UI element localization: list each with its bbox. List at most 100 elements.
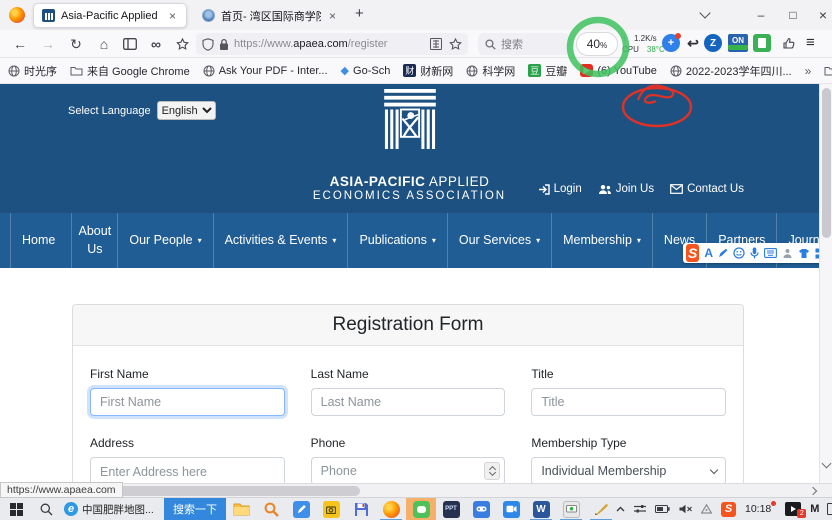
taskbar-save-app[interactable] [346,498,376,520]
hidden-icons-chevron[interactable] [616,506,625,512]
close-window-button[interactable]: × [806,0,832,30]
taskbar-firefox[interactable] [376,498,406,520]
number-spinner[interactable] [484,462,500,480]
bookmark-item[interactable]: 财 财新网 [403,63,453,79]
horizontal-scrollbar[interactable] [0,483,832,497]
last-name-input[interactable] [311,388,506,416]
contact-us-link[interactable]: Contact Us [670,183,744,195]
minimize-button[interactable]: – [744,0,778,30]
membership-type-select[interactable]: Individual Membership [531,457,726,483]
sogou-logo-icon[interactable]: S [686,244,699,262]
nav-membership[interactable]: Membership▾ [552,213,653,268]
ime-person-icon[interactable] [782,248,793,259]
bookmark-item[interactable]: 时光序 [8,63,57,79]
bookmark-item[interactable]: 2022-2023学年四川... [670,63,792,79]
vertical-scrollbar[interactable] [819,84,832,483]
nav-publications[interactable]: Publications▾ [348,213,447,268]
start-button[interactable] [0,498,32,520]
ime-more-grid-icon[interactable] [815,248,819,259]
new-tab-button[interactable]: + [355,5,364,22]
url-text[interactable]: https://www.apaea.com/register [234,38,387,50]
taskbar-search-icon[interactable] [32,498,60,520]
settings-sliders-icon[interactable] [634,504,646,514]
translate-extension-icon[interactable] [430,38,442,50]
media-player-tray-icon[interactable]: 2 [785,502,801,516]
sidebar-button[interactable] [120,34,140,54]
share-extension-icon[interactable] [779,34,797,52]
nav-our-people[interactable]: Our People▾ [118,213,213,268]
phone-input[interactable] [311,457,506,483]
z-library-extension-icon[interactable]: Z [704,34,722,52]
forward-button[interactable]: → [38,34,58,54]
taskbar-game-app[interactable] [466,498,496,520]
bookmark-star-icon[interactable] [449,38,462,51]
proxy-on-extension-icon[interactable]: ON [728,34,748,52]
vertical-scrollbar-thumb[interactable] [822,88,831,238]
title-input[interactable] [531,388,726,416]
back-button[interactable]: ← [10,34,30,54]
bookmark-folder[interactable]: 来自 Google Chrome [70,63,190,79]
scroll-down-arrow-icon[interactable] [822,459,832,469]
library-star-icon[interactable] [172,34,192,54]
ime-skin-icon[interactable] [798,248,810,259]
action-center-icon[interactable] [827,503,832,515]
tab-close-icon[interactable]: × [167,9,178,23]
firefox-logo-icon[interactable] [9,7,25,23]
tab-bay-area-school[interactable]: 首页- 湾区国际商学院 × [194,3,346,28]
taskbar-word[interactable]: W [526,498,556,520]
nav-activities-events[interactable]: Activities & Events▾ [214,213,349,268]
ime-microphone-icon[interactable] [750,247,759,259]
join-us-link[interactable]: Join Us [598,183,654,195]
undo-arrow-extension-icon[interactable]: ↪ [684,34,702,52]
url-bar[interactable]: https://www.apaea.com/register [196,33,468,55]
maximize-button[interactable]: □ [776,0,810,30]
shield-icon[interactable] [202,38,214,51]
reload-button[interactable]: ↻ [66,34,86,54]
search-bar[interactable]: 搜索 [478,33,570,55]
nav-about-us[interactable]: About Us [72,213,118,268]
home-button[interactable]: ⌂ [94,34,114,54]
m-app-tray-icon[interactable]: M [810,503,818,515]
taskbar-window-ie[interactable]: e 中国肥胖地图... [60,498,164,520]
tab-apaea[interactable]: Asia-Pacific Applied Economi × [33,3,187,28]
taskbar-ppt-tool[interactable]: PPT [436,498,466,520]
taskbar-paint-app[interactable] [586,498,616,520]
menu-hamburger-icon[interactable]: ≡ [806,34,815,51]
taskbar-file-explorer[interactable] [226,498,256,520]
bookmark-item[interactable]: Ask Your PDF - Inter... [203,65,328,77]
taskbar-screenshare-app[interactable] [556,498,586,520]
scroll-right-arrow-icon[interactable] [809,487,817,495]
tab-close-icon[interactable]: × [327,9,338,23]
taskbar-meeting-app[interactable] [496,498,526,520]
other-bookmarks-folder[interactable]: 其他书签 [824,63,832,79]
taskbar-search-app[interactable] [256,498,286,520]
nav-our-services[interactable]: Our Services▾ [448,213,552,268]
bookmark-item[interactable]: ◆ Go-Sch [341,64,391,77]
bookmarks-overflow-chevron[interactable]: » [805,64,812,78]
nav-home[interactable]: Home [10,213,72,268]
taskbar-screenshot-app[interactable] [316,498,346,520]
zoom-level-chip[interactable]: 40% [576,32,618,56]
bookmark-item[interactable]: 科学网 [466,63,515,79]
ime-mode-letter-icon[interactable]: A [704,246,713,260]
ime-keyboard-icon[interactable] [764,248,777,258]
taskbar-search-button[interactable]: 搜索一下 [164,498,226,520]
ime-emoji-icon[interactable] [733,247,745,259]
list-tabs-chevron-icon[interactable] [688,0,722,30]
ime-pen-icon[interactable] [718,248,728,258]
first-name-input[interactable] [90,388,285,416]
taskbar-pen-app[interactable] [286,498,316,520]
bookmark-item[interactable]: 豆 豆瓣 [528,63,567,79]
plus-extension-icon[interactable]: + [662,34,680,52]
clock[interactable]: 10:18 [745,503,776,515]
sogou-tray-icon[interactable]: S [721,502,736,517]
taskbar-wechat[interactable] [406,498,436,520]
lock-icon[interactable] [219,38,229,51]
login-link[interactable]: Login [538,183,582,195]
pen-tool-tray-icon[interactable] [701,504,712,514]
notebook-extension-icon[interactable] [753,34,771,52]
bookmark-item[interactable]: ▶ (6) YouTube [580,64,657,77]
address-textarea[interactable] [90,457,285,483]
battery-icon[interactable] [655,505,670,513]
extension-infinity-icon[interactable]: ∞ [146,34,166,54]
